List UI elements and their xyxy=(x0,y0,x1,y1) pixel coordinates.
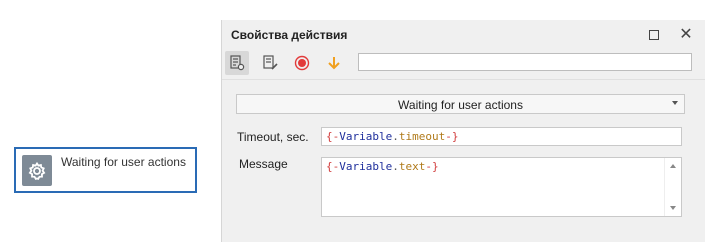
action-node[interactable]: Waiting for user actions xyxy=(14,147,197,193)
token-variable: Variable xyxy=(339,130,393,143)
toolbar-search-input[interactable] xyxy=(358,53,692,71)
panel-titlebar: Свойства действия ✕ xyxy=(222,20,705,49)
edit-note-button[interactable] xyxy=(258,51,282,75)
timeout-field[interactable]: {-Variable.timeout-} xyxy=(321,127,682,146)
download-arrow-icon xyxy=(328,57,340,70)
token-variable: Variable xyxy=(339,160,393,173)
restore-button[interactable] xyxy=(643,24,665,46)
gear-icon xyxy=(22,155,52,186)
scroll-down-icon[interactable] xyxy=(670,206,676,210)
token-dot: . xyxy=(392,160,399,173)
token-property: text xyxy=(398,160,426,173)
message-scrollbar[interactable] xyxy=(664,158,681,216)
restore-icon xyxy=(649,30,659,40)
message-label: Message xyxy=(239,157,288,171)
token-close: -} xyxy=(425,160,439,173)
action-type-value: Waiting for user actions xyxy=(398,98,523,112)
token-open: {- xyxy=(326,160,340,173)
download-arrow-button[interactable] xyxy=(322,51,346,75)
action-type-select[interactable]: Waiting for user actions xyxy=(236,94,685,114)
edit-note-icon xyxy=(263,55,278,70)
scroll-up-icon[interactable] xyxy=(670,164,676,168)
toolbar-divider xyxy=(222,79,705,80)
token-property: timeout xyxy=(398,130,446,143)
record-icon xyxy=(294,55,310,71)
chevron-down-icon xyxy=(672,101,678,105)
properties-settings-icon xyxy=(230,55,245,71)
panel-title: Свойства действия xyxy=(231,28,348,42)
token-dot: . xyxy=(392,130,399,143)
record-button[interactable] xyxy=(290,51,314,75)
panel-toolbar xyxy=(222,49,705,76)
timeout-label: Timeout, sec. xyxy=(237,130,309,144)
action-properties-panel: Свойства действия ✕ Waiting for user act… xyxy=(221,20,705,242)
node-label: Waiting for user actions xyxy=(61,155,186,169)
close-icon: ✕ xyxy=(679,26,693,43)
token-open: {- xyxy=(326,130,340,143)
token-close: -} xyxy=(445,130,459,143)
message-field[interactable]: {-Variable.text-} xyxy=(321,157,682,217)
close-button[interactable]: ✕ xyxy=(675,24,697,46)
properties-settings-button[interactable] xyxy=(225,51,249,75)
